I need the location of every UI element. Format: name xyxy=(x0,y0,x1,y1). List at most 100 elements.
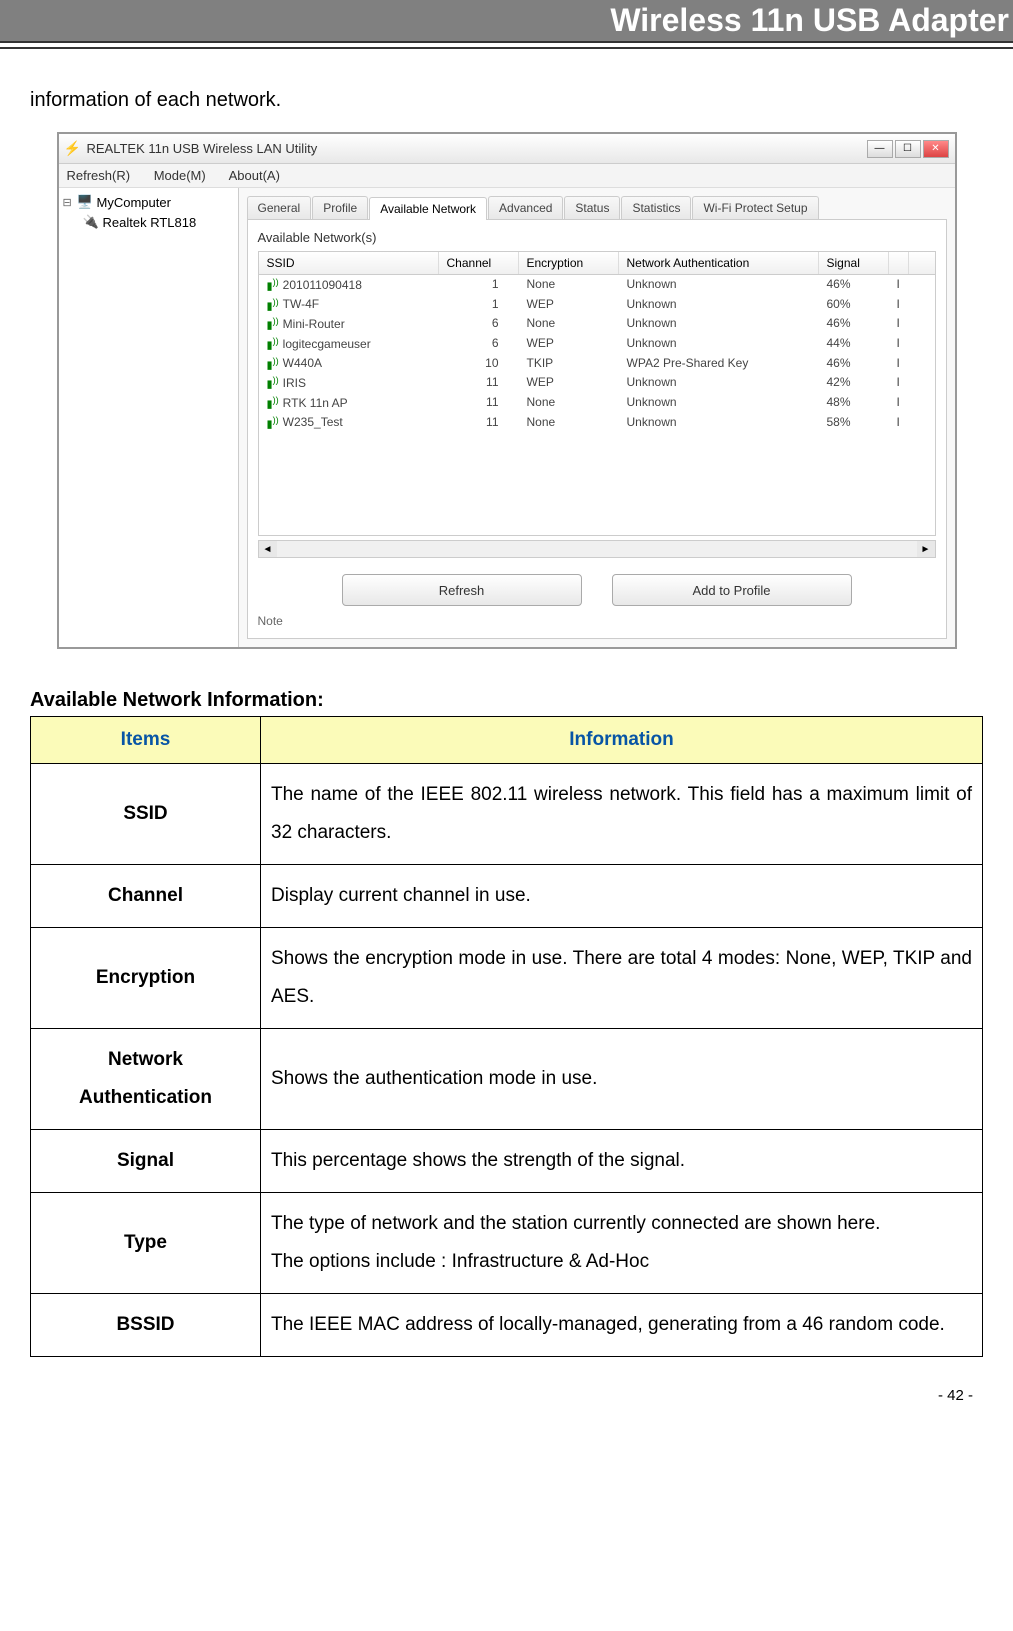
channel-value: 6 xyxy=(439,314,519,334)
network-row[interactable]: ▮))logitecgameuser 6 WEP Unknown 44% I xyxy=(259,334,935,354)
scroll-left-icon[interactable]: ◄ xyxy=(259,541,277,557)
encryption-value: TKIP xyxy=(519,354,619,374)
network-row[interactable]: ▮))TW-4F 1 WEP Unknown 60% I xyxy=(259,295,935,315)
tab-profile[interactable]: Profile xyxy=(312,196,368,219)
info-row: ChannelDisplay current channel in use. xyxy=(31,865,983,928)
auth-value: Unknown xyxy=(619,275,819,295)
channel-value: 6 xyxy=(439,334,519,354)
encryption-value: None xyxy=(519,393,619,413)
info-item: Signal xyxy=(31,1130,261,1193)
col-channel[interactable]: Channel xyxy=(439,252,519,274)
type-value: I xyxy=(889,295,909,315)
info-description: Display current channel in use. xyxy=(261,865,983,928)
tree-panel: ⊟ 🖥️ MyComputer 🔌 Realtek RTL818 xyxy=(59,188,239,647)
ssid-value: IRIS xyxy=(283,376,306,390)
header-divider xyxy=(0,47,1013,49)
signal-value: 46% xyxy=(819,354,889,374)
network-row[interactable]: ▮))W440A 10 TKIP WPA2 Pre-Shared Key 46%… xyxy=(259,354,935,374)
scroll-right-icon[interactable]: ► xyxy=(917,541,935,557)
info-row: SignalThis percentage shows the strength… xyxy=(31,1130,983,1193)
menu-mode[interactable]: Mode(M) xyxy=(154,168,206,183)
info-header-information: Information xyxy=(261,717,983,764)
signal-value: 42% xyxy=(819,373,889,393)
signal-value: 48% xyxy=(819,393,889,413)
app-screenshot: ⚡ REALTEK 11n USB Wireless LAN Utility —… xyxy=(57,132,957,649)
section-label: Available Network(s) xyxy=(258,230,936,245)
auth-value: Unknown xyxy=(619,314,819,334)
menubar: Refresh(R) Mode(M) About(A) xyxy=(59,164,955,188)
type-value: I xyxy=(889,393,909,413)
tabs: General Profile Available Network Advanc… xyxy=(247,196,947,220)
info-table: Items Information SSIDThe name of the IE… xyxy=(30,716,983,1357)
tree-child[interactable]: 🔌 Realtek RTL818 xyxy=(63,212,234,232)
minimize-button[interactable]: — xyxy=(867,140,893,158)
network-row[interactable]: ▮)) RTK 11n AP 11 None Unknown 48% I xyxy=(259,393,935,413)
ssid-value: RTK 11n AP xyxy=(283,396,348,410)
tab-statistics[interactable]: Statistics xyxy=(621,196,691,219)
info-description: Shows the authentication mode in use. xyxy=(261,1029,983,1130)
network-row[interactable]: ▮))Mini-Router 6 None Unknown 46% I xyxy=(259,314,935,334)
signal-value: 46% xyxy=(819,314,889,334)
wifi-signal-icon: ▮)) xyxy=(267,395,279,411)
network-table: SSID Channel Encryption Network Authenti… xyxy=(258,251,936,536)
auth-value: Unknown xyxy=(619,373,819,393)
info-item: Type xyxy=(31,1193,261,1294)
type-value: I xyxy=(889,275,909,295)
ssid-value: W440A xyxy=(283,356,322,370)
refresh-button[interactable]: Refresh xyxy=(342,574,582,606)
auth-value: Unknown xyxy=(619,393,819,413)
channel-value: 1 xyxy=(439,295,519,315)
tab-advanced[interactable]: Advanced xyxy=(488,196,563,219)
info-row: Network AuthenticationShows the authenti… xyxy=(31,1029,983,1130)
channel-value: 11 xyxy=(439,393,519,413)
col-auth[interactable]: Network Authentication xyxy=(619,252,819,274)
tab-wps[interactable]: Wi-Fi Protect Setup xyxy=(692,196,818,219)
add-to-profile-button[interactable]: Add to Profile xyxy=(612,574,852,606)
network-row[interactable]: ▮))W235_Test 11 None Unknown 58% I xyxy=(259,413,935,433)
table-header: SSID Channel Encryption Network Authenti… xyxy=(259,252,935,275)
tree-root[interactable]: ⊟ 🖥️ MyComputer xyxy=(63,192,234,212)
ssid-value: Mini-Router xyxy=(283,317,345,331)
wifi-signal-icon: ▮)) xyxy=(267,297,279,313)
tab-general[interactable]: General xyxy=(247,196,312,219)
note-label: Note xyxy=(258,614,936,628)
tree-collapse-icon[interactable]: ⊟ xyxy=(63,196,73,209)
channel-value: 1 xyxy=(439,275,519,295)
col-ssid[interactable]: SSID xyxy=(259,252,439,274)
network-row[interactable]: ▮))IRIS 11 WEP Unknown 42% I xyxy=(259,373,935,393)
info-row: TypeThe type of network and the station … xyxy=(31,1193,983,1294)
menu-about[interactable]: About(A) xyxy=(229,168,280,183)
tree-child-label: Realtek RTL818 xyxy=(103,215,197,230)
wifi-signal-icon: ▮)) xyxy=(267,316,279,332)
type-value: I xyxy=(889,354,909,374)
close-button[interactable]: ✕ xyxy=(923,140,949,158)
info-row: EncryptionShows the encryption mode in u… xyxy=(31,928,983,1029)
auth-value: Unknown xyxy=(619,413,819,433)
info-header-items: Items xyxy=(31,717,261,764)
info-description: The IEEE MAC address of locally-managed,… xyxy=(261,1294,983,1357)
info-description: The name of the IEEE 802.11 wireless net… xyxy=(261,764,983,865)
tab-available-network[interactable]: Available Network xyxy=(369,197,487,220)
tab-status[interactable]: Status xyxy=(564,196,620,219)
adapter-icon: 🔌 xyxy=(83,214,99,230)
channel-value: 11 xyxy=(439,413,519,433)
channel-value: 10 xyxy=(439,354,519,374)
wifi-signal-icon: ▮)) xyxy=(267,415,279,431)
ssid-value: 201011090418 xyxy=(283,278,362,292)
wifi-signal-icon: ▮)) xyxy=(267,356,279,372)
col-signal[interactable]: Signal xyxy=(819,252,889,274)
wifi-signal-icon: ▮)) xyxy=(267,277,279,293)
info-description: Shows the encryption mode in use. There … xyxy=(261,928,983,1029)
maximize-button[interactable]: ☐ xyxy=(895,140,921,158)
info-heading: Available Network Information: xyxy=(30,689,983,712)
network-row[interactable]: ▮))201011090418 1 None Unknown 46% I xyxy=(259,275,935,295)
network-list: ▮)) 201011090418 1 None Unknown 46% I ▮))… xyxy=(259,275,935,535)
info-item: Channel xyxy=(31,865,261,928)
page-number: - 42 - xyxy=(0,1357,1013,1424)
auth-value: Unknown xyxy=(619,334,819,354)
encryption-value: WEP xyxy=(519,334,619,354)
encryption-value: None xyxy=(519,413,619,433)
horizontal-scrollbar[interactable]: ◄ ► xyxy=(258,540,936,558)
col-encryption[interactable]: Encryption xyxy=(519,252,619,274)
menu-refresh[interactable]: Refresh(R) xyxy=(67,168,131,183)
